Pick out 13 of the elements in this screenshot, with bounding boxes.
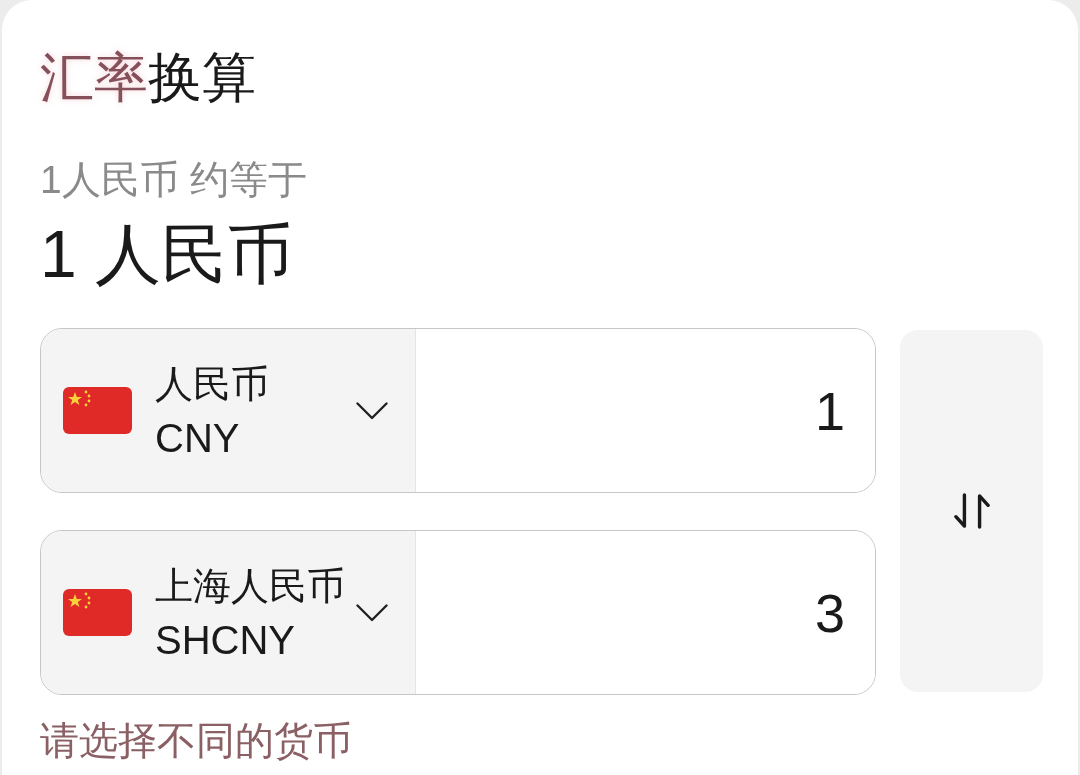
- currency-amount-field[interactable]: 人民币 CNY 1: [40, 328, 876, 493]
- chevron-down-icon: [356, 401, 388, 420]
- flag-icon: [63, 589, 132, 636]
- rate-caption: 1人民币 约等于: [40, 157, 307, 203]
- error-message: 请选择不同的货币: [40, 718, 352, 764]
- rate-result: 1 人民币: [40, 216, 294, 292]
- chevron-down-icon: [356, 603, 388, 622]
- currency-select[interactable]: 上海人民币 SHCNY: [41, 531, 416, 694]
- currency-select[interactable]: 人民币 CNY: [41, 329, 416, 492]
- flag-icon: [63, 387, 132, 434]
- swap-button[interactable]: [900, 330, 1043, 692]
- page-title: 汇率换算: [40, 46, 256, 109]
- currency-amount-field[interactable]: 上海人民币 SHCNY 3: [40, 530, 876, 695]
